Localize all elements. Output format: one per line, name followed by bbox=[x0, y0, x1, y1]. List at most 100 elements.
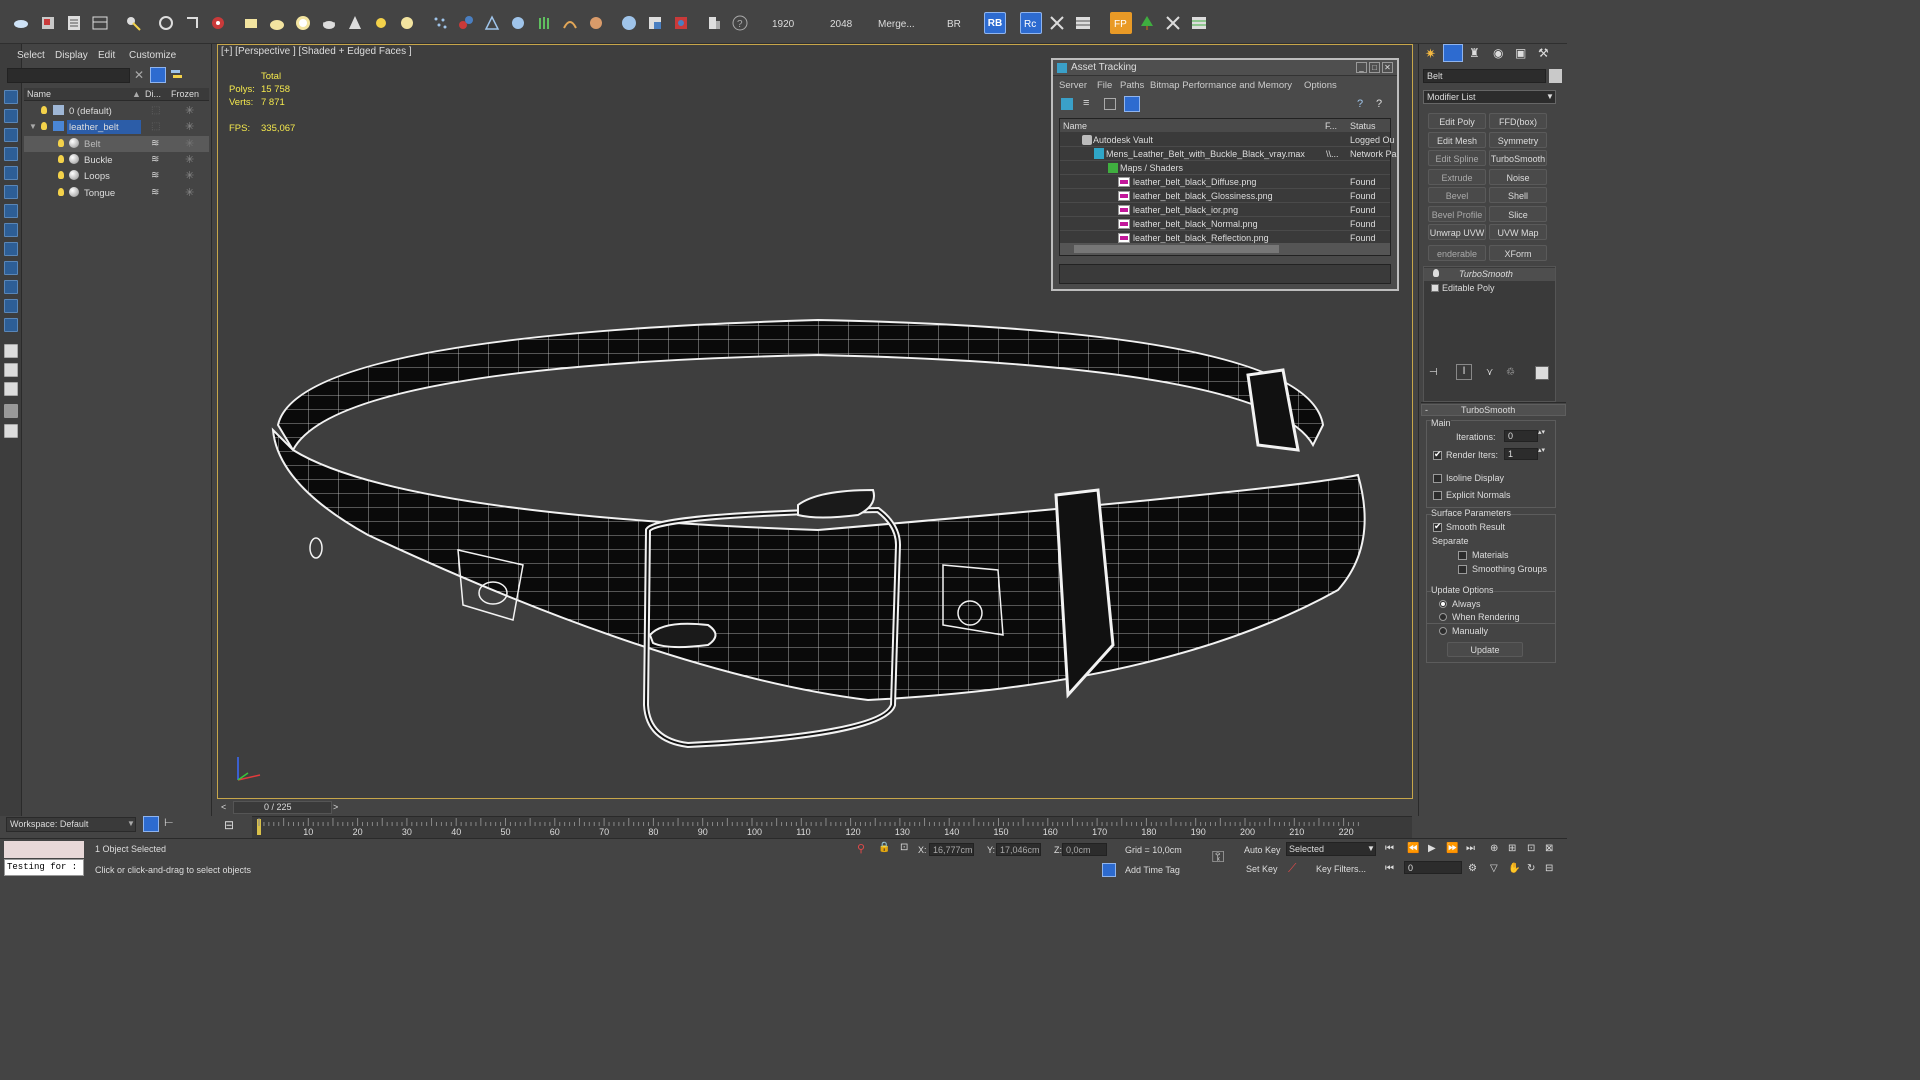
explorer-menu-display[interactable]: Display bbox=[55, 50, 88, 61]
modifier-button-slice[interactable]: Slice bbox=[1489, 206, 1547, 222]
mini-curve-editor-icon[interactable]: ⊟ bbox=[224, 818, 242, 834]
hierarchy-tab-icon[interactable]: ♜ bbox=[1469, 46, 1483, 60]
previous-frame-icon[interactable]: ⏪ bbox=[1407, 843, 1419, 854]
forest-icon[interactable] bbox=[1136, 12, 1158, 34]
render-iters-checkbox[interactable] bbox=[1433, 449, 1442, 460]
modifier-button-renderable-spline[interactable]: enderable Splir bbox=[1428, 245, 1486, 275]
time-configuration-icon[interactable]: ⚙ bbox=[1468, 863, 1477, 874]
display-bones-icon[interactable] bbox=[4, 280, 18, 294]
stack-item-turbosmooth[interactable]: TurboSmooth bbox=[1424, 268, 1555, 281]
material-editor-icon[interactable] bbox=[618, 12, 640, 34]
freeze-snowflake-icon[interactable]: ✳ bbox=[185, 137, 194, 150]
window-crossing-icon[interactable] bbox=[89, 12, 111, 34]
field-of-view-icon[interactable]: ▽ bbox=[1490, 863, 1498, 874]
modifier-button-bevel-profile[interactable]: Bevel Profile bbox=[1428, 206, 1486, 222]
go-to-end-icon[interactable]: ⏭ bbox=[1466, 843, 1475, 854]
omni-light-icon[interactable] bbox=[396, 12, 418, 34]
key-filters-button[interactable]: Key Filters... bbox=[1316, 864, 1366, 874]
perspective-viewport[interactable]: [+] [Perspective ] [Shaded + Edged Faces… bbox=[217, 44, 1413, 799]
light-icon[interactable] bbox=[370, 12, 392, 34]
always-radio[interactable] bbox=[1439, 600, 1447, 608]
column-name[interactable]: Name bbox=[1063, 121, 1087, 131]
select-rotate-icon[interactable] bbox=[155, 12, 177, 34]
motion-tab-icon[interactable]: ◉ bbox=[1493, 46, 1507, 60]
x-coord-field[interactable]: 16,777cm bbox=[929, 843, 974, 856]
display-references-icon[interactable] bbox=[4, 363, 18, 377]
sort-by-hierarchy-icon[interactable]: ⊢ bbox=[164, 816, 180, 832]
asset-row[interactable]: leather_belt_black_ior.png Found bbox=[1060, 203, 1390, 217]
display-helpers-icon[interactable] bbox=[4, 204, 18, 218]
modifier-button-edit-mesh[interactable]: Edit Mesh bbox=[1428, 132, 1486, 148]
display-none-icon[interactable] bbox=[4, 90, 18, 104]
fp-icon[interactable]: FP bbox=[1110, 12, 1132, 34]
select-scale-icon[interactable] bbox=[181, 12, 203, 34]
time-prev-icon[interactable]: < bbox=[221, 802, 226, 812]
hair-render-icon[interactable] bbox=[559, 12, 581, 34]
sync-selection-icon[interactable] bbox=[4, 382, 18, 396]
utilities-tab-icon[interactable]: ⚒ bbox=[1538, 46, 1552, 60]
key-mode-icon[interactable]: ⏮ bbox=[1385, 863, 1394, 874]
layer-table-icon[interactable] bbox=[1188, 12, 1210, 34]
display-geometry-icon[interactable] bbox=[4, 128, 18, 142]
display-frozen-icon[interactable] bbox=[4, 318, 18, 332]
time-slider[interactable]: < 0 / 225 > bbox=[217, 800, 1413, 816]
spinner-arrows-icon[interactable]: ▴▾ bbox=[1538, 428, 1545, 436]
smooth-result-checkbox[interactable] bbox=[1433, 521, 1442, 532]
display-containers-icon[interactable] bbox=[4, 299, 18, 313]
orbit-icon[interactable]: ↻ bbox=[1527, 863, 1535, 874]
freeze-snowflake-icon[interactable]: ✳ bbox=[185, 169, 194, 182]
object-row-loops[interactable]: Loops ≋ ✳ bbox=[24, 168, 209, 184]
modifier-button-extrude[interactable]: Extrude bbox=[1428, 169, 1486, 185]
box-create-icon[interactable] bbox=[240, 12, 262, 34]
turbosmooth-rollout-header[interactable]: - TurboSmooth bbox=[1421, 404, 1566, 416]
maxscript-listener-pink[interactable] bbox=[4, 841, 84, 858]
modifier-button-bevel[interactable]: Bevel bbox=[1428, 187, 1486, 203]
modify-tab-icon[interactable] bbox=[1443, 44, 1463, 62]
show-end-result-icon[interactable]: I bbox=[1456, 364, 1472, 380]
modifier-list-dropdown[interactable]: Modifier List ▼ bbox=[1423, 90, 1556, 104]
display-box-icon[interactable]: ⬚ bbox=[151, 121, 160, 132]
asset-path-field[interactable] bbox=[1059, 264, 1391, 284]
display-warps-icon[interactable] bbox=[4, 223, 18, 237]
teapot-create-icon[interactable] bbox=[318, 12, 340, 34]
object-name-field[interactable]: Belt bbox=[1423, 69, 1546, 83]
dynamics-icon[interactable] bbox=[455, 12, 477, 34]
expand-arrow-icon[interactable]: ▼ bbox=[29, 122, 37, 131]
table-view-icon[interactable] bbox=[1124, 96, 1140, 112]
layer-row-leather-belt[interactable]: ▼ leather_belt ⬚ ✳ bbox=[24, 119, 209, 135]
object-row-belt[interactable]: Belt ≋ ✳ bbox=[24, 136, 209, 152]
select-by-name-icon[interactable] bbox=[63, 12, 85, 34]
key-icon[interactable]: ⚿ bbox=[1212, 849, 1224, 867]
filter-icon[interactable] bbox=[4, 404, 18, 418]
modifier-button-uvw-map[interactable]: UVW Map bbox=[1489, 224, 1547, 240]
zoom-all-icon[interactable]: ⊞ bbox=[1508, 843, 1516, 854]
scatter-tools-icon[interactable] bbox=[1162, 12, 1184, 34]
add-time-tag[interactable]: Add Time Tag bbox=[1125, 865, 1180, 875]
modifier-button-turbosmooth[interactable]: TurboSmooth bbox=[1489, 150, 1547, 166]
minimize-icon[interactable]: _ bbox=[1356, 62, 1367, 73]
modifier-button-unwrap-uvw[interactable]: Unwrap UVW bbox=[1428, 224, 1486, 240]
z-coord-field[interactable]: 0,0cm bbox=[1062, 843, 1107, 856]
create-tab-icon[interactable]: ✷ bbox=[1425, 46, 1439, 61]
y-coord-field[interactable]: 17,046cm bbox=[996, 843, 1041, 856]
isoline-display-checkbox[interactable] bbox=[1433, 474, 1442, 483]
asset-row[interactable]: leather_belt_black_Diffuse.png Found bbox=[1060, 175, 1390, 189]
modifier-button-symmetry[interactable]: Symmetry bbox=[1489, 132, 1547, 148]
freeze-snowflake-icon[interactable]: ✳ bbox=[185, 186, 194, 199]
column-full-path[interactable]: F... bbox=[1325, 121, 1337, 131]
when-rendering-radio[interactable] bbox=[1439, 613, 1447, 621]
display-cameras-icon[interactable] bbox=[4, 185, 18, 199]
freeze-snowflake-icon[interactable]: ✳ bbox=[185, 104, 194, 117]
time-tag-icon[interactable] bbox=[1102, 863, 1116, 877]
rc-icon[interactable]: Rc bbox=[1020, 12, 1042, 34]
asset-menu-options[interactable]: Options bbox=[1304, 80, 1337, 91]
freeze-snowflake-icon[interactable]: ✳ bbox=[185, 120, 194, 133]
cone-create-icon[interactable] bbox=[344, 12, 366, 34]
placement-icon[interactable] bbox=[207, 12, 229, 34]
modifier-button-edit-spline[interactable]: Edit Spline bbox=[1428, 150, 1486, 166]
isolate-selection-icon[interactable]: ⚲ bbox=[857, 842, 865, 855]
display-children-icon[interactable] bbox=[4, 344, 18, 358]
display-tab-icon[interactable]: ▣ bbox=[1515, 46, 1529, 60]
display-shapes-icon[interactable] bbox=[4, 147, 18, 161]
display-layers-icon[interactable]: ≋ bbox=[151, 138, 159, 149]
